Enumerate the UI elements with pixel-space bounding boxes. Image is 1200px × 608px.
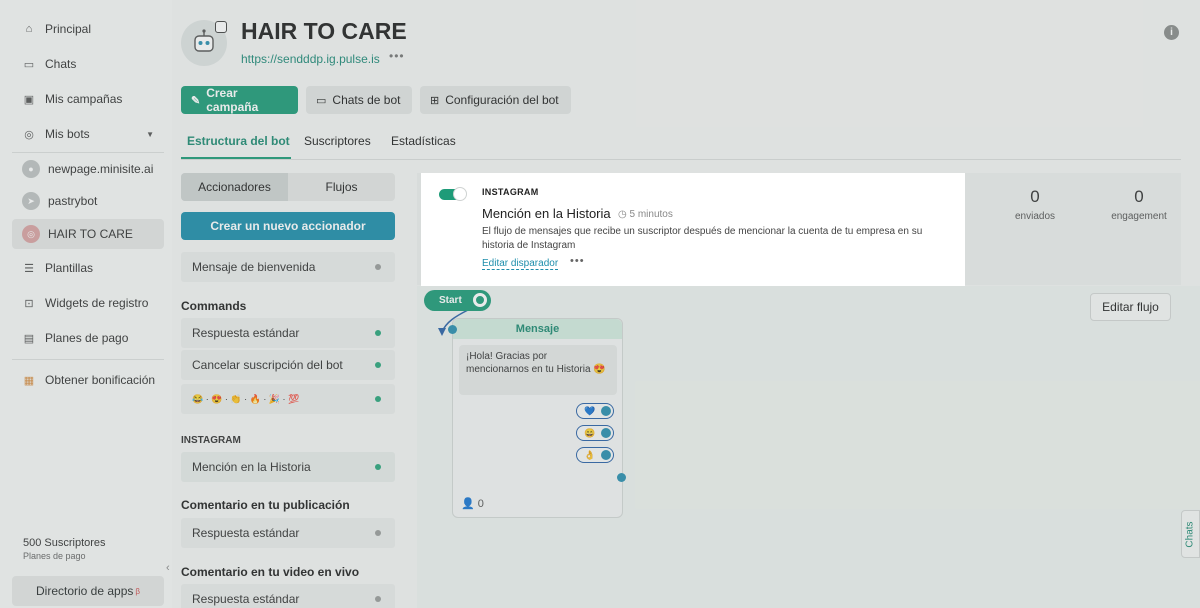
sidebar-item-templates[interactable]: ☰ Plantillas <box>12 253 164 283</box>
trigger-emoji-reactions[interactable]: 😂 · 😍 · 👏 · 🔥 · 🎉 · 💯 <box>181 384 395 414</box>
widgets-icon: ⊡ <box>24 297 34 310</box>
sidebar-item-campaigns[interactable]: ▣ Mis campañas <box>12 84 164 114</box>
templates-icon: ☰ <box>24 262 34 275</box>
more-options-icon[interactable]: ••• <box>570 255 585 267</box>
trigger-unsubscribe[interactable]: Cancelar suscripción del bot <box>181 350 395 380</box>
trigger-enabled-toggle[interactable] <box>439 187 467 201</box>
trigger-duration: ◷ 5 minutos <box>618 209 673 220</box>
sidebar-item-billing[interactable]: ▤ Planes de pago <box>12 323 164 353</box>
message-node[interactable]: Mensaje ¡Hola! Gracias por mencionarnos … <box>452 318 623 518</box>
trigger-story-mention[interactable]: Mención en la Historia <box>181 452 395 482</box>
edit-trigger-link[interactable]: Editar disparador <box>482 258 559 270</box>
user-icon: 👤 <box>461 498 475 510</box>
trigger-standard-reply[interactable]: Respuesta estándar <box>181 318 395 348</box>
toggle-knob <box>453 187 467 201</box>
robot-icon <box>194 29 214 52</box>
info-icon[interactable]: i <box>1164 25 1179 40</box>
app-directory-button[interactable]: Directorio de apps β <box>12 576 164 606</box>
status-dot <box>375 264 381 270</box>
node-output-dot[interactable] <box>617 473 626 482</box>
connector-dot[interactable] <box>601 406 611 416</box>
instagram-badge-icon <box>215 21 227 33</box>
sidebar-item-my-bots[interactable]: ◎ Mis bots ▼ <box>12 119 164 149</box>
history-icon: ◷ <box>618 209 627 220</box>
group-commands-title: Commands <box>181 299 247 313</box>
start-connector-icon[interactable] <box>473 293 487 307</box>
status-dot <box>375 396 381 402</box>
bot-chats-button[interactable]: ▭ Chats de bot <box>306 86 412 114</box>
quick-reply-smile[interactable]: 😄 <box>576 425 614 441</box>
sidebar-item-hair-to-care[interactable]: ◎ HAIR TO CARE <box>12 219 164 249</box>
tab-bot-structure[interactable]: Estructura del bot <box>187 134 290 148</box>
gift-icon: ▦ <box>23 374 35 387</box>
instagram-icon: ◎ <box>22 225 40 243</box>
sidebar-item-newpage[interactable]: ● newpage.minisite.ai <box>12 154 164 184</box>
billing-icon: ▤ <box>23 332 35 345</box>
start-node[interactable]: Start <box>424 290 491 311</box>
sidebar-item-chats[interactable]: ▭ Chats <box>12 49 164 79</box>
status-dot <box>375 464 381 470</box>
chat-icon: ▭ <box>316 94 327 107</box>
trigger-welcome[interactable]: Mensaje de bienvenida <box>181 252 395 282</box>
trigger-detail-card: INSTAGRAM Mención en la Historia ◷ 5 min… <box>421 173 965 286</box>
status-dot <box>375 362 381 368</box>
node-input-dot[interactable] <box>448 325 457 334</box>
chat-icon: ▭ <box>23 58 35 71</box>
bot-settings-button[interactable]: ⊞ Configuración del bot <box>420 86 571 114</box>
segment-triggers[interactable]: Accionadores <box>181 173 288 201</box>
edit-icon: ✎ <box>191 94 201 107</box>
quick-reply-heart[interactable]: 💙 <box>576 403 614 419</box>
subscriber-count: 500 Suscriptores Planes de pago <box>23 537 106 561</box>
sidebar-item-principal[interactable]: ⌂ Principal <box>12 14 164 44</box>
status-dot <box>375 330 381 336</box>
group-instagram-title: INSTAGRAM <box>181 435 241 446</box>
beta-badge: β <box>135 586 140 596</box>
create-campaign-button[interactable]: ✎ Crear campaña <box>181 86 298 114</box>
sidebar-item-widgets[interactable]: ⊡ Widgets de registro <box>12 288 164 318</box>
stat-engagement: 0 engagement <box>1111 187 1167 222</box>
telegram-icon: ➤ <box>22 192 40 210</box>
campaign-icon: ▣ <box>23 93 35 106</box>
trigger-description: El flujo de mensajes que recibe un suscr… <box>482 226 923 251</box>
divider <box>12 359 164 360</box>
divider <box>12 152 164 153</box>
trigger-post-comment-reply[interactable]: Respuesta estándar <box>181 518 395 548</box>
quick-reply-ok[interactable]: 👌 <box>576 447 614 463</box>
trigger-title: Mención en la Historia <box>482 206 611 221</box>
new-trigger-button[interactable]: Crear un nuevo accionador <box>181 212 395 240</box>
collapse-sidebar-icon[interactable]: ‹ <box>166 562 170 574</box>
more-options-icon[interactable]: ••• <box>389 49 405 63</box>
plan-label: Planes de pago <box>23 551 86 561</box>
connector-dot[interactable] <box>601 428 611 438</box>
tab-bar: Estructura del bot Suscriptores Estadíst… <box>181 126 1181 160</box>
bot-icon: ◎ <box>24 128 34 141</box>
tab-subscribers[interactable]: Suscriptores <box>304 134 371 148</box>
active-tab-indicator <box>181 157 291 159</box>
bot-url-link[interactable]: https://sendddp.ig.pulse.is <box>241 52 380 66</box>
segment-flows[interactable]: Flujos <box>288 173 395 201</box>
stat-sent: 0 enviados <box>1014 187 1056 222</box>
node-user-count: 👤 0 <box>461 498 484 510</box>
home-icon: ⌂ <box>25 23 33 35</box>
edit-flow-button[interactable]: Editar flujo <box>1090 293 1171 321</box>
message-node-title: Mensaje <box>453 319 622 339</box>
sidebar-item-pastrybot[interactable]: ➤ pastrybot <box>12 186 164 216</box>
chevron-down-icon: ▼ <box>146 129 154 139</box>
chats-side-tab[interactable]: Chats <box>1181 510 1200 558</box>
status-dot <box>375 596 381 602</box>
sidebar: ⌂ Principal ▭ Chats ▣ Mis campañas ◎ Mis bot… <box>0 0 172 608</box>
settings-icon: ⊞ <box>430 94 440 107</box>
view-switcher: Accionadores Flujos <box>181 173 395 201</box>
group-post-comment-title: Comentario en tu publicación <box>181 498 350 512</box>
status-dot <box>375 530 381 536</box>
message-text: ¡Hola! Gracias por mencionarnos en tu Hi… <box>459 345 617 395</box>
group-live-comment-title: Comentario en tu video en vivo <box>181 565 360 579</box>
connector-dot[interactable] <box>601 450 611 460</box>
sidebar-item-bonus[interactable]: ▦ Obtener bonificación <box>12 365 164 395</box>
minisite-avatar: ● <box>22 160 40 178</box>
trigger-live-comment-reply[interactable]: Respuesta estándar <box>181 584 395 608</box>
page-title: HAIR TO CARE <box>241 18 407 44</box>
channel-label: INSTAGRAM <box>482 187 539 197</box>
tab-statistics[interactable]: Estadísticas <box>391 134 456 148</box>
